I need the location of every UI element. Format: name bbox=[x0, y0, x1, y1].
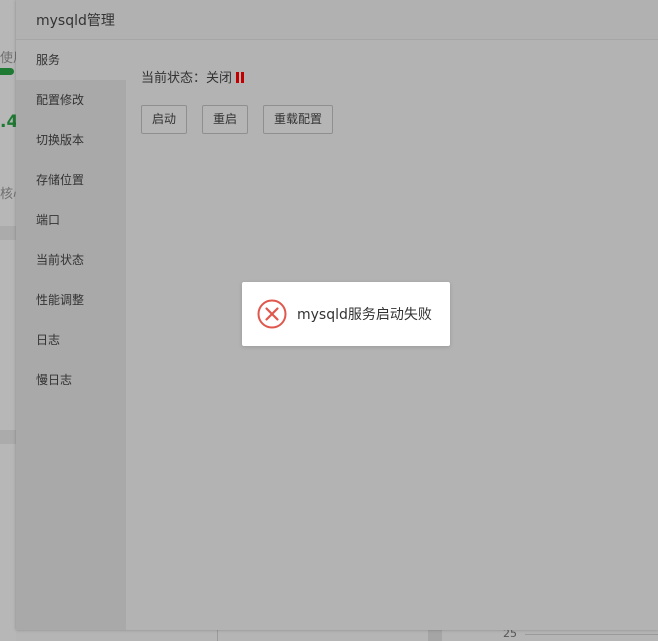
background-divider bbox=[0, 430, 16, 444]
restart-button[interactable]: 重启 bbox=[202, 105, 248, 134]
sidebar-item-log[interactable]: 日志 bbox=[16, 320, 126, 360]
error-circle-icon bbox=[257, 299, 287, 329]
status-value: 关闭 bbox=[206, 71, 233, 86]
start-button[interactable]: 启动 bbox=[141, 105, 187, 134]
background-progress-bar bbox=[0, 68, 14, 75]
sidebar-item-current-status[interactable]: 当前状态 bbox=[16, 240, 126, 280]
dialog-title: mysqld管理 bbox=[36, 13, 115, 29]
dialog-sidebar: 服务 配置修改 切换版本 存储位置 端口 当前状态 性能调整 日志 慢日志 bbox=[16, 40, 126, 630]
sidebar-item-performance-tuning[interactable]: 性能调整 bbox=[16, 280, 126, 320]
sidebar-item-storage-location[interactable]: 存储位置 bbox=[16, 160, 126, 200]
sidebar-item-config-edit[interactable]: 配置修改 bbox=[16, 80, 126, 120]
reload-config-button[interactable]: 重载配置 bbox=[263, 105, 333, 134]
sidebar-item-service[interactable]: 服务 bbox=[16, 40, 126, 80]
dialog-header[interactable]: mysqld管理 bbox=[16, 0, 658, 40]
background-axis-line bbox=[525, 634, 658, 635]
error-toast: mysqld服务启动失败 bbox=[242, 282, 450, 346]
pause-icon bbox=[236, 72, 245, 83]
background-block bbox=[428, 630, 442, 641]
toast-message: mysqld服务启动失败 bbox=[297, 307, 432, 323]
status-label: 当前状态： bbox=[141, 71, 207, 86]
sidebar-item-port[interactable]: 端口 bbox=[16, 200, 126, 240]
background-divider bbox=[0, 226, 16, 240]
background-chart-gridline bbox=[217, 630, 218, 641]
status-line: 当前状态：关闭 bbox=[141, 67, 245, 86]
sidebar-item-switch-version[interactable]: 切换版本 bbox=[16, 120, 126, 160]
background-left-strip bbox=[0, 0, 16, 641]
sidebar-item-slow-log[interactable]: 慢日志 bbox=[16, 360, 126, 400]
